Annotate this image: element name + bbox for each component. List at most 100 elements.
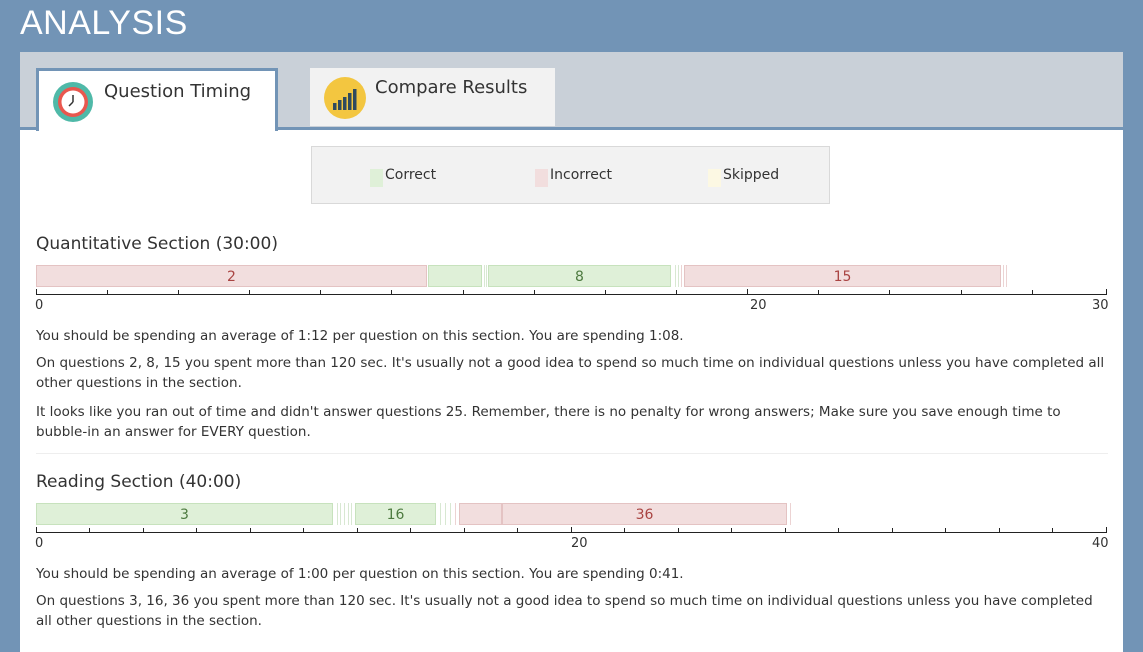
axis-tick — [357, 528, 358, 533]
axis-tick — [676, 290, 677, 295]
timing-segment[interactable] — [675, 265, 676, 287]
axis-tick — [1106, 289, 1107, 295]
axis-tick — [1052, 528, 1053, 533]
axis-tick — [605, 290, 606, 295]
axis-tick — [818, 290, 819, 295]
timing-bar-reading: 3 16 36 — [36, 503, 1108, 527]
axis-tick — [889, 290, 890, 295]
axis-tick — [945, 528, 946, 533]
timing-segment[interactable] — [681, 265, 682, 287]
timing-segment[interactable] — [484, 265, 485, 287]
axis-label: 40 — [1092, 536, 1109, 551]
axis-tick — [747, 289, 748, 295]
axis-tick — [1106, 527, 1107, 533]
legend: Correct Incorrect Skipped — [311, 146, 830, 204]
axis-tick — [410, 528, 411, 533]
page-title: ANALYSIS — [20, 4, 188, 42]
segment-label: 36 — [635, 507, 654, 523]
tab-bar: Question Timing Compare Results — [20, 52, 1123, 131]
timing-segment[interactable] — [337, 503, 338, 525]
timing-segment[interactable]: 8 — [488, 265, 671, 287]
tab-label-compare-results: Compare Results — [375, 77, 528, 98]
axis-label: 0 — [35, 298, 44, 313]
axis-reading: 0 20 40 — [35, 527, 1109, 552]
axis-tick — [624, 528, 625, 533]
timing-segment[interactable] — [1003, 265, 1004, 287]
axis-label: 20 — [750, 298, 767, 313]
section-title-quantitative: Quantitative Section (30:00) — [36, 234, 278, 254]
legend-label-skipped: Skipped — [723, 167, 780, 183]
axis-tick — [36, 289, 37, 295]
axis-tick — [961, 290, 962, 295]
axis-tick — [320, 290, 321, 295]
axis-quantitative: 0 20 30 — [35, 289, 1109, 314]
segment-label: 2 — [227, 269, 236, 285]
axis-label: 20 — [571, 536, 588, 551]
timing-segment[interactable] — [678, 265, 679, 287]
timing-segment[interactable] — [351, 503, 352, 525]
timing-segment[interactable] — [348, 503, 349, 525]
bar-chart-icon — [324, 77, 366, 119]
section-message: On questions 3, 16, 36 you spent more th… — [36, 593, 1093, 629]
axis-tick — [678, 528, 679, 533]
axis-label: 30 — [1092, 298, 1109, 313]
timing-segment[interactable] — [344, 503, 345, 525]
legend-swatch-correct — [370, 169, 383, 187]
timing-segment[interactable]: 36 — [502, 503, 787, 525]
axis-tick — [196, 528, 197, 533]
timing-segment[interactable]: 3 — [36, 503, 333, 525]
axis-tick — [463, 290, 464, 295]
axis-tick — [534, 290, 535, 295]
timing-segment[interactable] — [1006, 265, 1007, 287]
timing-segment[interactable] — [486, 265, 487, 287]
axis-tick — [36, 527, 37, 533]
axis-tick — [731, 528, 732, 533]
timing-segment[interactable]: 15 — [684, 265, 1001, 287]
section-message: It looks like you ran out of time and di… — [36, 404, 1061, 440]
section-message: On questions 2, 8, 15 you spent more tha… — [36, 355, 1105, 391]
timing-segment[interactable] — [340, 503, 341, 525]
axis-tick — [838, 528, 839, 533]
section-message: You should be spending an average of 1:0… — [36, 566, 684, 582]
segment-label: 16 — [386, 507, 405, 523]
tab-label-question-timing: Question Timing — [104, 81, 252, 102]
timing-bar-quantitative: 2 8 15 — [36, 265, 1108, 289]
legend-label-incorrect: Incorrect — [550, 167, 613, 183]
axis-line — [36, 294, 1107, 295]
axis-tick — [999, 528, 1000, 533]
segment-label: 3 — [180, 507, 189, 523]
axis-tick — [464, 528, 465, 533]
section-divider — [36, 453, 1108, 454]
timing-segment[interactable] — [450, 503, 451, 525]
axis-tick — [143, 528, 144, 533]
axis-tick — [303, 528, 304, 533]
legend-swatch-skipped — [708, 169, 721, 187]
analysis-panel: Question Timing Compare Results Correct … — [20, 52, 1123, 652]
timing-segment[interactable] — [428, 265, 482, 287]
timing-segment[interactable] — [445, 503, 446, 525]
axis-tick — [391, 290, 392, 295]
tab-compare-results[interactable]: Compare Results — [310, 68, 555, 126]
timing-segment[interactable] — [790, 503, 791, 525]
segment-label: 8 — [575, 269, 584, 285]
axis-tick — [785, 528, 786, 533]
axis-tick — [107, 290, 108, 295]
timing-segment[interactable] — [459, 503, 502, 525]
axis-tick — [571, 527, 572, 533]
segment-label: 15 — [833, 269, 852, 285]
timing-segment[interactable]: 2 — [36, 265, 427, 287]
axis-tick — [249, 290, 250, 295]
timing-segment[interactable] — [440, 503, 441, 525]
axis-tick — [517, 528, 518, 533]
axis-tick — [89, 528, 90, 533]
tab-question-timing[interactable]: Question Timing — [36, 68, 278, 131]
axis-tick — [892, 528, 893, 533]
timing-segment[interactable] — [455, 503, 456, 525]
axis-tick — [250, 528, 251, 533]
legend-swatch-incorrect — [535, 169, 548, 187]
section-message: You should be spending an average of 1:1… — [36, 328, 684, 344]
section-title-reading: Reading Section (40:00) — [36, 472, 242, 492]
timing-segment[interactable]: 16 — [355, 503, 436, 525]
legend-label-correct: Correct — [385, 167, 437, 183]
axis-tick — [178, 290, 179, 295]
